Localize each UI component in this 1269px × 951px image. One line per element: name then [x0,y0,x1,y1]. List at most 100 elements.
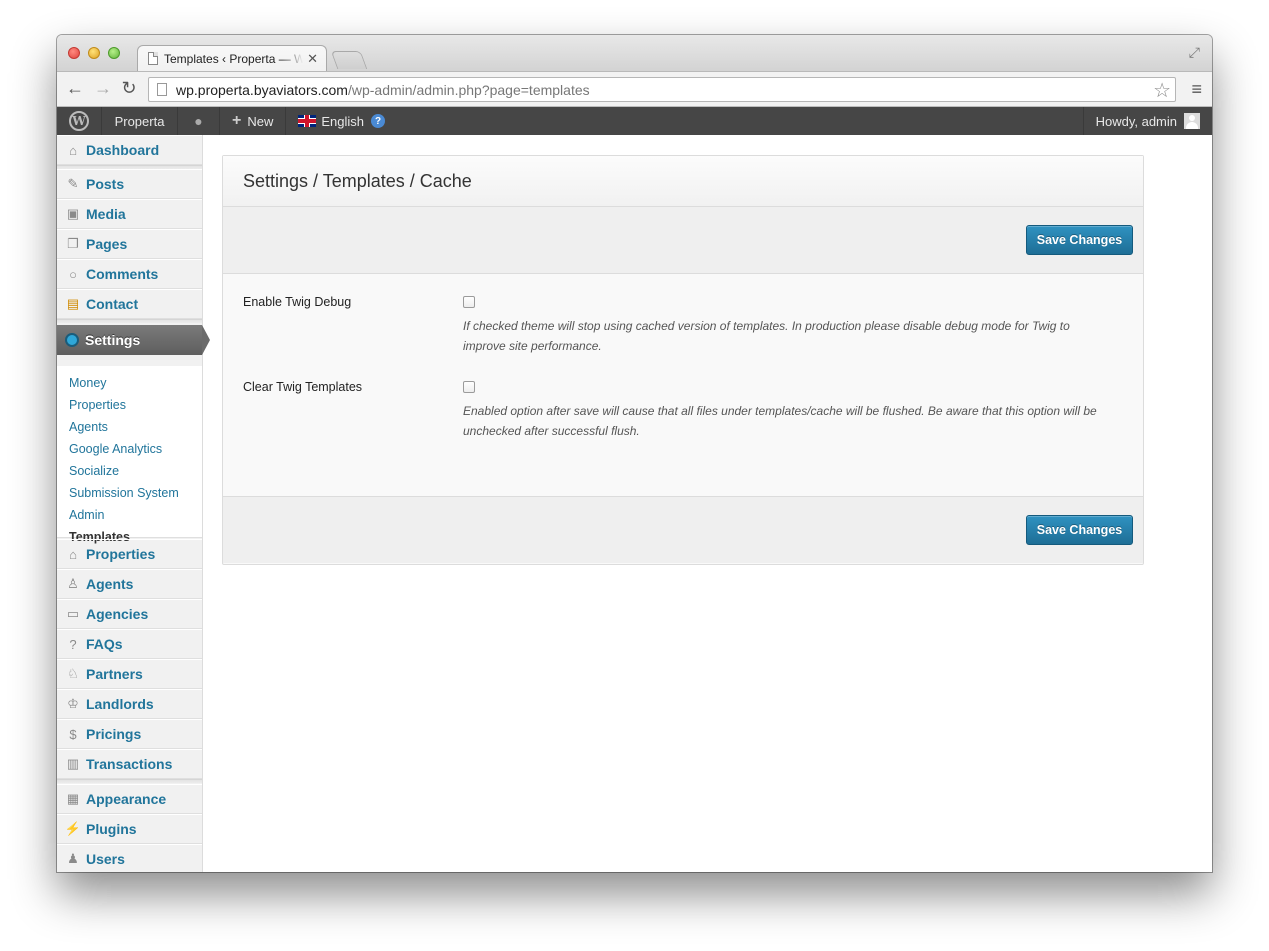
submenu-item-google-analytics[interactable]: Google Analytics [57,438,202,460]
sidebar-item-plugins[interactable]: ⚡ Plugins [57,814,202,844]
sidebar-item-pricings[interactable]: $ Pricings [57,719,202,749]
sidebar-item-partners[interactable]: ♘ Partners [57,659,202,689]
uk-flag-icon [298,115,317,127]
sidebar-item-label: Comments [86,266,159,282]
new-label: New [247,113,274,129]
money-icon: ▥ [66,756,80,771]
sidebar-item-label: Agents [86,576,134,592]
help-icon[interactable]: ? [371,114,385,128]
forward-arrow-icon[interactable]: → [93,78,113,99]
sidebar-item-properties[interactable]: ⌂ Properties [57,539,202,569]
sidebar-item-label: Pages [86,236,128,252]
menu-separator [57,319,202,323]
comment-icon: ○ [69,266,77,282]
users-icon: ♟ [67,851,79,866]
page-title: Settings / Templates / Cache [223,156,1143,207]
plus-icon: + [232,112,242,129]
sidebar-item-label: Plugins [86,821,137,837]
save-changes-button-top[interactable]: Save Changes [1026,225,1133,255]
submenu-item-socialize[interactable]: Socialize [57,460,202,482]
description-line: improve site performance. [463,339,602,353]
url-host: wp.properta.byaviators.com [176,81,348,98]
sidebar-item-media[interactable]: ▣ Media [57,199,202,229]
plug-icon: ⚡ [64,821,82,836]
description-line: If checked theme will stop using cached … [463,319,1070,333]
media-icon: ▣ [66,206,80,221]
zoom-window-button[interactable] [108,47,120,59]
browser-menu-icon[interactable]: ≡ [1191,79,1202,100]
sidebar-item-comments[interactable]: ○ Comments [57,259,202,289]
sidebar-item-landlords[interactable]: ♔ Landlords [57,689,202,719]
sidebar-item-transactions[interactable]: ▥ Transactions [57,749,202,779]
user-icon: ♙ [67,576,79,591]
site-name-link[interactable]: Properta [102,107,178,135]
contact-icon: ▤ [66,296,80,311]
pin-icon: ✎ [67,176,79,191]
appearance-icon: ▦ [66,791,80,806]
submenu-item-properties[interactable]: Properties [57,394,202,416]
sidebar-item-label: Partners [86,666,143,682]
home-icon: ⌂ [69,546,77,562]
sidebar-item-label: Transactions [86,756,173,772]
menu-separator [57,779,202,783]
comment-bubble-icon: ● [194,113,203,129]
tab-close-icon[interactable]: ✕ [307,51,318,67]
enable-twig-debug-checkbox[interactable] [463,296,475,308]
sidebar-item-faqs[interactable]: ? FAQs [57,629,202,659]
submenu-item-agents[interactable]: Agents [57,416,202,438]
wp-admin-bar: W Properta ● + New English ? Howdy, admi… [57,107,1212,135]
sidebar-item-label: Properties [86,546,156,562]
url-path: /wp-admin/admin.php?page=templates [347,81,590,98]
avatar [1184,113,1200,129]
tab-title: Templates ‹ Properta — WordPress [164,51,304,66]
fullscreen-icon[interactable]: ⤢ [1189,44,1200,61]
browser-tab[interactable]: Templates ‹ Properta — WordPress ✕ [137,45,327,71]
minimize-window-button[interactable] [88,47,100,59]
sidebar-item-agencies[interactable]: ▭ Agencies [57,599,202,629]
clear-twig-templates-description: Enabled option after save will cause tha… [463,401,1123,441]
enable-twig-debug-label: Enable Twig Debug [243,295,352,309]
sidebar-item-label: Posts [86,176,125,192]
account-menu[interactable]: Howdy, admin [1082,107,1212,135]
enable-twig-debug-description: If checked theme will stop using cached … [463,316,1123,356]
settings-form: Enable Twig Debug If checked theme will … [223,274,1143,497]
sidebar-item-pages[interactable]: ❐ Pages [57,229,202,259]
sidebar-item-label: Appearance [86,791,167,807]
page-icon [157,83,167,96]
browser-window: Templates ‹ Properta — WordPress ✕ ⤢ ← →… [57,35,1212,872]
sidebar-item-agents[interactable]: ♙ Agents [57,569,202,599]
new-tab-button[interactable] [330,51,368,69]
address-bar[interactable]: wp.properta.byaviators.com /wp-admin/adm… [148,77,1176,102]
sidebar-item-label: Landlords [86,696,154,712]
question-icon: ? [69,636,77,652]
bookmark-star-icon[interactable]: ☆ [1153,78,1171,103]
dashboard-icon: ⌂ [69,142,77,158]
sidebar-item-appearance[interactable]: ▦ Appearance [57,784,202,814]
submenu-item-money[interactable]: Money [57,372,202,394]
reload-icon[interactable]: ↻ [119,78,139,99]
new-content-menu[interactable]: + New [220,107,287,135]
close-window-button[interactable] [68,47,80,59]
comments-link[interactable]: ● [178,107,220,135]
save-changes-button-bottom[interactable]: Save Changes [1026,515,1133,545]
sidebar-item-label: Pricings [86,726,142,742]
handshake-icon: ♘ [67,666,79,681]
language-switcher[interactable]: English ? [286,107,397,135]
sidebar-item-settings[interactable]: Settings [57,325,210,355]
submenu-item-submission-system[interactable]: Submission System [57,482,202,504]
sidebar-item-label: Dashboard [86,142,160,158]
sidebar-item-contact[interactable]: ▤ Contact [57,289,202,319]
sidebar-item-label: Users [86,851,125,867]
submenu-item-admin[interactable]: Admin [57,504,202,526]
bottom-action-bar: Save Changes [223,497,1143,563]
sidebar-item-dashboard[interactable]: ⌂ Dashboard [57,135,202,165]
wp-logo-menu[interactable]: W [57,107,102,135]
clear-twig-templates-checkbox[interactable] [463,381,475,393]
settings-icon [65,333,79,347]
briefcase-icon: ▭ [66,606,80,621]
sidebar-item-posts[interactable]: ✎ Posts [57,169,202,199]
wordpress-logo-icon: W [69,111,89,131]
back-arrow-icon[interactable]: ← [65,78,85,99]
admin-sidebar: ⌂ Dashboard ✎ Posts ▣ Media ❐ Pages ○ Co… [57,135,210,872]
sidebar-item-users[interactable]: ♟ Users [57,844,202,872]
